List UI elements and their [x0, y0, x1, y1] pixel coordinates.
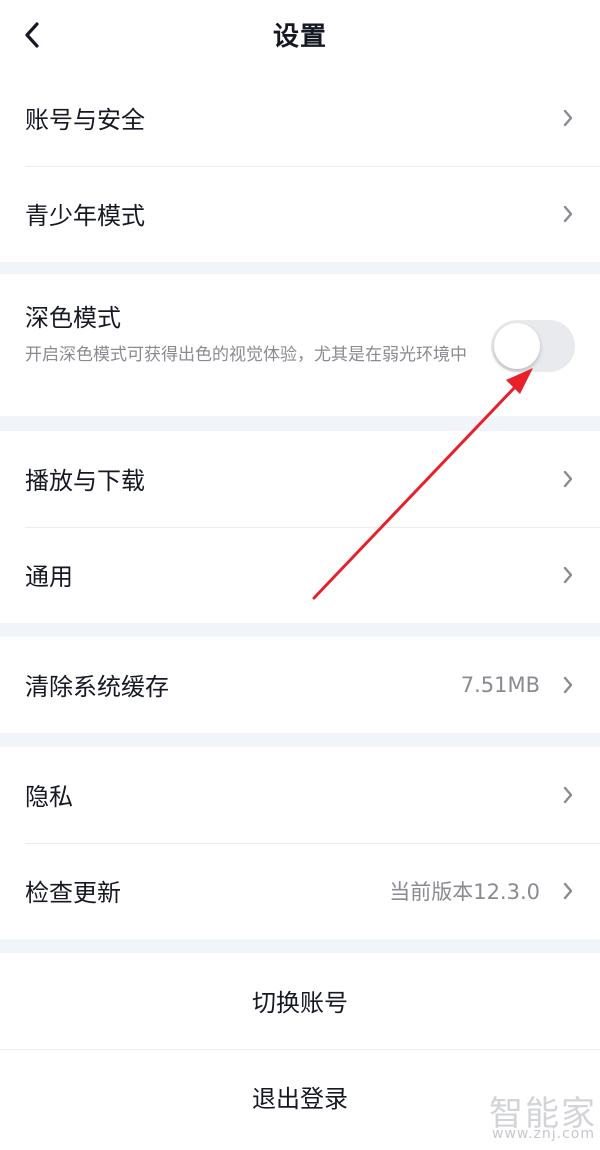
chevron-right-icon — [563, 882, 573, 900]
version-value: 当前版本12.3.0 — [389, 880, 540, 904]
switch-account-label: 切换账号 — [252, 988, 348, 1017]
clear-cache-label: 清除系统缓存 — [25, 672, 169, 701]
teen-mode-label: 青少年模式 — [25, 201, 145, 230]
account-security-item[interactable]: 账号与安全 — [0, 70, 600, 166]
privacy-label: 隐私 — [25, 782, 73, 811]
teen-mode-item[interactable]: 青少年模式 — [0, 166, 600, 262]
header-bar: 设置 — [0, 0, 600, 70]
chevron-right-icon — [563, 470, 573, 488]
play-download-label: 播放与下载 — [25, 466, 145, 495]
chevron-right-icon — [563, 786, 573, 804]
dark-mode-description: 开启深色模式可获得出色的视觉体验，尤其是在弱光环境中 — [25, 345, 467, 365]
clear-cache-item[interactable]: 清除系统缓存 7.51MB — [0, 637, 600, 733]
media-group: 播放与下载 通用 — [0, 431, 600, 623]
chevron-right-icon — [563, 676, 573, 694]
page-title: 设置 — [272, 22, 327, 52]
general-label: 通用 — [25, 562, 73, 591]
account-group: 账号与安全 青少年模式 — [0, 70, 600, 262]
chevron-right-icon — [563, 566, 573, 584]
cache-group: 清除系统缓存 7.51MB — [0, 637, 600, 733]
toggle-knob — [494, 323, 540, 369]
chevron-right-icon — [563, 109, 573, 127]
chevron-right-icon — [563, 205, 573, 223]
check-update-item[interactable]: 检查更新 当前版本12.3.0 — [0, 843, 600, 939]
watermark-url: www.znj.com — [492, 1126, 595, 1142]
about-group: 隐私 检查更新 当前版本12.3.0 — [0, 747, 600, 939]
switch-account-button[interactable]: 切换账号 — [0, 953, 600, 1049]
play-download-item[interactable]: 播放与下载 — [0, 431, 600, 527]
privacy-item[interactable]: 隐私 — [0, 747, 600, 843]
settings-page: 设置 账号与安全 青少年模式 深色模式 开启深色模式可获得出色的视觉体验，尤其是… — [0, 0, 600, 1150]
dark-mode-title: 深色模式 — [25, 304, 121, 332]
check-update-label: 检查更新 — [25, 878, 121, 907]
general-item[interactable]: 通用 — [0, 527, 600, 623]
dark-mode-toggle[interactable] — [491, 320, 575, 372]
account-security-label: 账号与安全 — [25, 105, 145, 134]
cache-size-value: 7.51MB — [460, 673, 540, 697]
